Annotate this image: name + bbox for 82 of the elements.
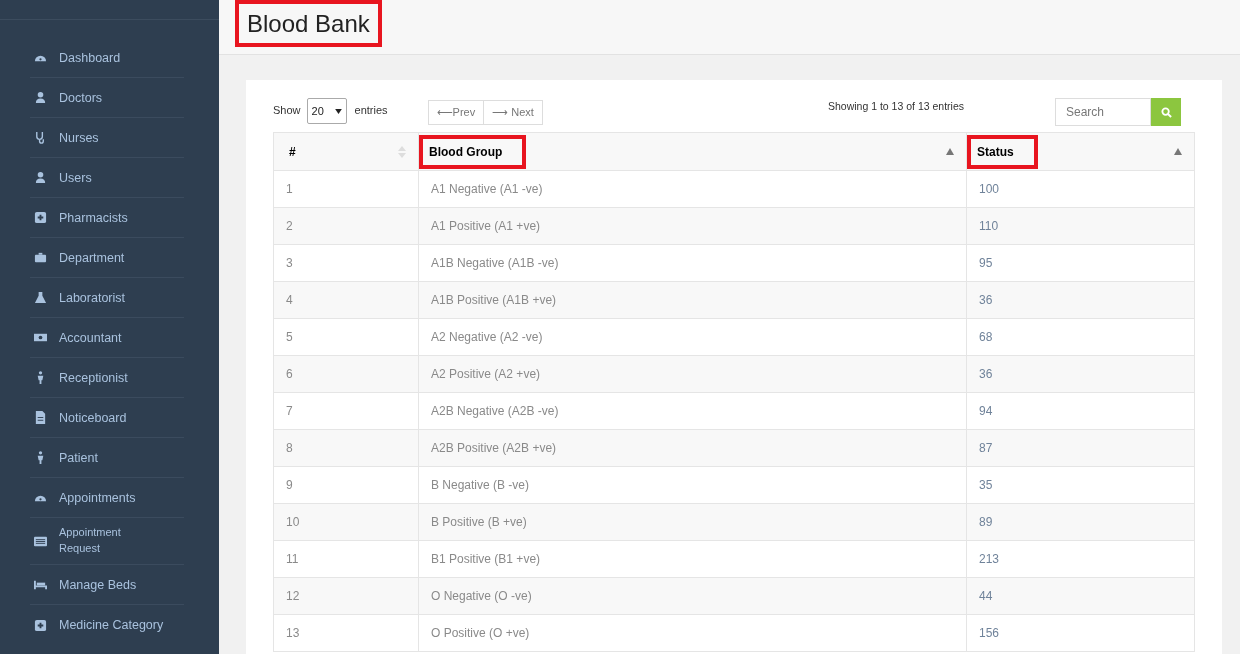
sidebar-item[interactable]: Appointments [30, 478, 184, 518]
sidebar-item[interactable]: Appointment Request [30, 518, 184, 565]
table-cell: 156 [966, 614, 1195, 652]
sidebar-item[interactable]: Laboratorist [30, 278, 184, 318]
table-cell: 8 [273, 429, 419, 467]
table-cell: 100 [966, 170, 1195, 208]
column-title: Blood Group [419, 134, 527, 169]
table-cell: 213 [966, 540, 1195, 578]
table-cell: 95 [966, 244, 1195, 282]
column-header[interactable]: Status [966, 132, 1195, 171]
plus-icon [34, 211, 47, 224]
table-cell: A2B Positive (A2B +ve) [418, 429, 967, 467]
table-cell: 3 [273, 244, 419, 282]
sidebar-item[interactable]: Dashboard [30, 38, 184, 78]
table-cell: 35 [966, 466, 1195, 504]
table-cell: A1B Negative (A1B -ve) [418, 244, 967, 282]
table-cell: B Negative (B -ve) [418, 466, 967, 504]
table-cell: 5 [273, 318, 419, 356]
table-cell: 12 [273, 577, 419, 615]
page-size-select[interactable]: 20 [306, 98, 347, 124]
table-cell: 94 [966, 392, 1195, 430]
column-header[interactable]: Blood Group [418, 132, 967, 171]
caret-icon [334, 108, 342, 114]
sidebar-item[interactable]: Patient [30, 438, 184, 478]
prev-button[interactable]: ⟵Prev [427, 100, 485, 125]
table-cell: 68 [966, 318, 1195, 356]
sidebar-item[interactable]: Accountant [30, 318, 184, 358]
list-icon [34, 534, 47, 548]
table-cell: A2 Positive (A2 +ve) [418, 355, 967, 393]
table-cell: 4 [273, 281, 419, 319]
table-cell: 11 [273, 540, 419, 578]
table-cell: 44 [966, 577, 1195, 615]
entries-label: entries [354, 104, 388, 116]
sidebar-item[interactable]: Doctors [30, 78, 184, 118]
sidebar-item[interactable]: Users [30, 158, 184, 198]
table-cell: A1 Negative (A1 -ve) [418, 170, 967, 208]
table-cell: 7 [273, 392, 419, 430]
table-cell: 6 [273, 355, 419, 393]
table-cell: B1 Positive (B1 +ve) [418, 540, 967, 578]
money-icon [34, 331, 47, 344]
table-cell: O Positive (O +ve) [418, 614, 967, 652]
table-cell: A1B Positive (A1B +ve) [418, 281, 967, 319]
sidebar-item[interactable]: Nurses [30, 118, 184, 158]
plus-icon [34, 618, 47, 632]
search-field[interactable]: Search [1055, 98, 1151, 126]
sidebar-item[interactable]: Receptionist [30, 358, 184, 398]
table-cell: 10 [273, 503, 419, 541]
column-header[interactable]: # [273, 132, 419, 171]
table-cell: 9 [273, 466, 419, 504]
sidebar-item[interactable]: Pharmacists [30, 198, 184, 238]
table-cell: 1 [273, 170, 419, 208]
table-cell: A1 Positive (A1 +ve) [418, 207, 967, 245]
entries-info: Showing 1 to 13 of 13 entries [828, 100, 964, 112]
search-icon [1160, 106, 1172, 118]
table-cell: 36 [966, 281, 1195, 319]
doctor-icon [34, 91, 47, 104]
table-cell: 13 [273, 614, 419, 652]
sidebar-item[interactable]: Manage Beds [30, 565, 184, 605]
table-cell: A2B Negative (A2B -ve) [418, 392, 967, 430]
column-title: Status [967, 134, 1038, 169]
search-button[interactable] [1151, 98, 1181, 126]
table-cell: 110 [966, 207, 1195, 245]
column-title: # [288, 143, 297, 161]
show-label: Show [273, 104, 301, 116]
user-icon [34, 171, 47, 184]
flask-icon [34, 291, 47, 304]
page-title: Blood Bank [235, 0, 382, 47]
table-cell: B Positive (B +ve) [418, 503, 967, 541]
table-cell: 2 [273, 207, 419, 245]
table-cell: A2 Negative (A2 -ve) [418, 318, 967, 356]
sidebar-item[interactable]: Noticeboard [30, 398, 184, 438]
table-cell: 36 [966, 355, 1195, 393]
stethoscope-icon [34, 131, 47, 144]
table-cell: 89 [966, 503, 1195, 541]
table-cell: O Negative (O -ve) [418, 577, 967, 615]
next-button[interactable]: ⟶ Next [484, 100, 543, 125]
bed-icon [34, 578, 47, 591]
file-icon [34, 411, 47, 424]
sidebar-item[interactable]: Medicine Category [30, 605, 184, 645]
table-cell: 87 [966, 429, 1195, 467]
sidebar-item[interactable]: Department [30, 238, 184, 278]
briefcase-icon [34, 251, 47, 264]
